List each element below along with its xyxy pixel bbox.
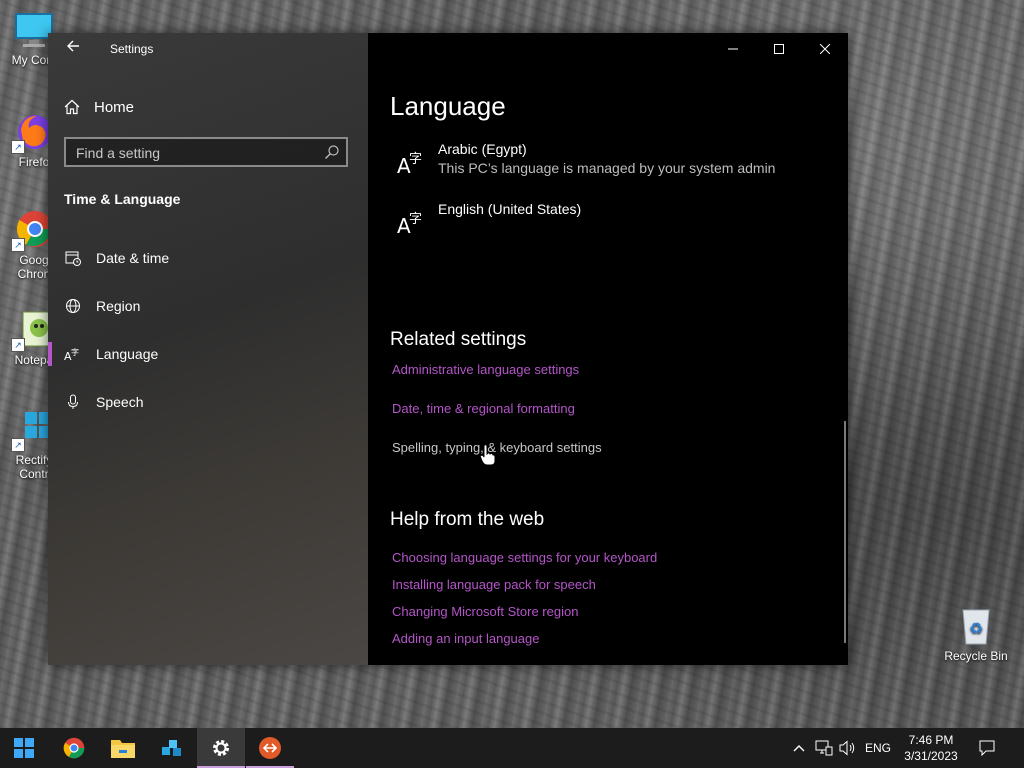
maximize-button[interactable] — [756, 33, 802, 65]
clock-time: 7:46 PM — [908, 733, 954, 747]
network-tool-icon — [162, 740, 181, 756]
link-administrative-language-settings[interactable]: Administrative language settings — [392, 362, 579, 377]
title-bar[interactable]: Settings — [48, 33, 368, 65]
link-date-time-regional-formatting[interactable]: Date, time & regional formatting — [392, 401, 575, 416]
language-name: English (United States) — [438, 201, 582, 217]
taskbar: ENG 7:46 PM 3/31/2023 — [0, 728, 1024, 768]
search-box[interactable] — [64, 137, 348, 167]
network-icon — [815, 740, 833, 756]
input-language-indicator[interactable]: ENG — [862, 728, 894, 768]
language-note: This PC’s language is managed by your sy… — [438, 160, 776, 176]
settings-content: Language A字 Arabic (Egypt) This PC’s lan… — [368, 65, 848, 665]
svg-text:♻: ♻ — [969, 619, 983, 638]
file-explorer-icon — [111, 740, 135, 758]
link-changing-store-region[interactable]: Changing Microsoft Store region — [392, 604, 578, 619]
sidebar-item-date-time[interactable]: Date & time — [48, 238, 368, 278]
back-button[interactable] — [62, 39, 84, 59]
microphone-icon — [64, 393, 82, 411]
settings-window: Settings Home Time & Language Date & tim… — [48, 33, 848, 665]
start-icon — [14, 738, 34, 758]
clock-date: 3/31/2023 — [904, 749, 958, 763]
language-item-english[interactable]: A字 English (United States) — [390, 201, 830, 253]
calendar-clock-icon — [64, 249, 82, 267]
start-button[interactable] — [0, 728, 48, 768]
shortcut-arrow-icon: ↗ — [11, 238, 25, 252]
maximize-icon — [774, 44, 784, 54]
search-input[interactable] — [74, 143, 318, 163]
language-icon: A字 — [64, 345, 82, 363]
taskbar-settings[interactable] — [197, 728, 245, 768]
desktop-icon-label: Recycle Bin — [944, 649, 1008, 663]
desktop-icon-recycle-bin[interactable]: ♻ Recycle Bin — [942, 604, 1010, 663]
taskbar-file-explorer[interactable] — [99, 728, 147, 768]
sidebar-item-label: Language — [96, 346, 159, 362]
settings-gear-icon — [213, 740, 229, 756]
page-title: Language — [390, 91, 506, 121]
hand-cursor-icon — [480, 444, 496, 466]
search-icon[interactable] — [324, 144, 340, 160]
home-label: Home — [94, 98, 135, 116]
help-from-web-heading: Help from the web — [390, 509, 545, 530]
shortcut-arrow-icon: ↗ — [11, 438, 25, 452]
clock[interactable]: 7:46 PM 3/31/2023 — [896, 732, 966, 764]
sidebar-item-label: Region — [96, 298, 141, 314]
link-choosing-language-keyboard[interactable]: Choosing language settings for your keyb… — [392, 550, 657, 565]
selection-indicator — [48, 342, 52, 366]
language-item-arabic[interactable]: A字 Arabic (Egypt) This PC’s language is … — [390, 141, 830, 193]
volume-button[interactable] — [836, 728, 860, 768]
language-pack-icon: A字 — [396, 147, 426, 178]
home-nav-item[interactable]: Home — [64, 95, 134, 119]
sidebar-item-language[interactable]: A字 Language — [48, 334, 368, 374]
globe-icon — [64, 297, 82, 315]
svg-text:字: 字 — [71, 347, 79, 357]
minimize-button[interactable] — [710, 33, 756, 65]
network-status-button[interactable] — [812, 728, 836, 768]
sidebar-item-region[interactable]: Region — [48, 286, 368, 326]
home-icon — [64, 99, 80, 115]
svg-text:字: 字 — [409, 212, 422, 227]
notification-icon — [979, 740, 995, 756]
chevron-up-icon — [793, 745, 805, 752]
close-button[interactable] — [802, 33, 848, 65]
action-center-button[interactable] — [974, 728, 1000, 768]
sidebar-item-label: Date & time — [96, 250, 170, 266]
close-icon — [820, 44, 830, 54]
speaker-icon — [839, 740, 855, 756]
window-title: Settings — [110, 42, 154, 56]
sidebar-item-label: Speech — [96, 394, 144, 410]
section-title: Time & Language — [64, 191, 181, 207]
taskbar-remote-desktop[interactable] — [246, 728, 294, 768]
taskbar-network-tool[interactable] — [148, 728, 196, 768]
link-installing-language-pack[interactable]: Installing language pack for speech — [392, 577, 596, 592]
scrollbar[interactable] — [844, 421, 846, 643]
shortcut-arrow-icon: ↗ — [11, 338, 25, 352]
remote-desktop-icon — [259, 737, 281, 759]
language-pack-icon: A字 — [396, 207, 426, 238]
sidebar-item-speech[interactable]: Speech — [48, 382, 368, 422]
taskbar-chrome[interactable] — [50, 728, 98, 768]
back-arrow-icon — [67, 40, 79, 52]
related-settings-heading: Related settings — [390, 329, 527, 350]
show-hidden-icons-button[interactable] — [788, 728, 810, 768]
language-name: Arabic (Egypt) — [438, 141, 527, 157]
shortcut-arrow-icon: ↗ — [11, 140, 25, 154]
settings-sidebar: Settings Home Time & Language Date & tim… — [48, 33, 368, 665]
link-spelling-typing-keyboard-settings[interactable]: Spelling, typing, & keyboard settings — [392, 440, 602, 455]
svg-text:字: 字 — [409, 152, 422, 167]
chrome-icon — [63, 737, 85, 759]
link-adding-input-language[interactable]: Adding an input language — [392, 631, 539, 646]
recycle-bin-icon: ♻ — [955, 604, 997, 646]
title-bar-controls[interactable] — [368, 33, 848, 65]
minimize-icon — [728, 48, 738, 50]
